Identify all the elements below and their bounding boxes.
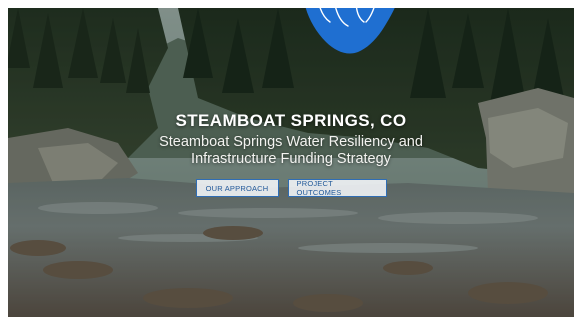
blue-hand-drawn-logo-icon	[305, 8, 395, 54]
hero-subtitle: Steamboat Springs Water Resiliency and I…	[159, 134, 423, 167]
page-frame: STEAMBOAT SPRINGS, CO Steamboat Springs …	[0, 0, 574, 317]
hero-title: STEAMBOAT SPRINGS, CO	[175, 111, 407, 130]
our-approach-button[interactable]: OUR APPROACH	[195, 179, 279, 197]
cta-button-row: OUR APPROACH PROJECT OUTCOMES	[8, 179, 574, 197]
project-outcomes-button[interactable]: PROJECT OUTCOMES	[287, 179, 387, 197]
hero-section: STEAMBOAT SPRINGS, CO Steamboat Springs …	[8, 8, 574, 317]
